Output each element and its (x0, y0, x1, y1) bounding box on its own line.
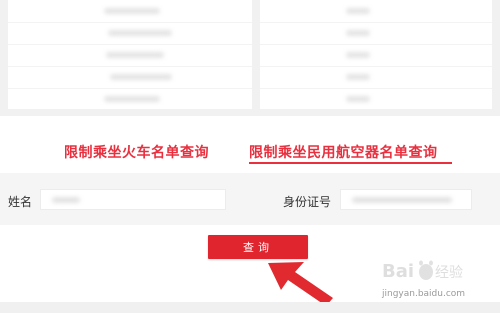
blurred-cell (104, 96, 160, 102)
blurred-cell (346, 8, 370, 14)
table-row-divider (8, 22, 252, 23)
svg-text:Bai: Bai (382, 261, 414, 282)
table-row-divider (8, 44, 252, 45)
blurred-cell (346, 52, 370, 58)
svg-text:经验: 经验 (435, 265, 463, 281)
table-row-divider (8, 88, 252, 89)
blurred-cell (110, 74, 172, 80)
blurred-cell (346, 30, 370, 36)
active-tab-underline (249, 162, 452, 164)
blurred-cell (104, 8, 160, 14)
table-row-divider (260, 66, 492, 67)
watermark-url: jingyan.baidu.com (382, 289, 466, 299)
arrow-shape (268, 262, 333, 306)
table-row-divider (260, 88, 492, 89)
id-number-label: 身份证号 (283, 195, 332, 209)
blurred-cell (108, 30, 172, 36)
query-button[interactable]: 查询 (208, 235, 308, 259)
tab-flight-restriction[interactable]: 限制乘坐民用航空器名单查询 (249, 142, 438, 162)
blurred-cell (106, 52, 164, 58)
blurred-name-value (52, 197, 80, 203)
page-footer-band (0, 302, 500, 313)
blurred-cell (346, 96, 370, 102)
name-label: 姓名 (8, 195, 33, 209)
table-row-divider (260, 22, 492, 23)
baidu-jingyan-watermark-logo: Bai 经验 (382, 260, 463, 282)
blurred-cell (346, 74, 370, 80)
tab-train-restriction[interactable]: 限制乘坐火车名单查询 (64, 142, 209, 162)
results-table-left (8, 0, 252, 109)
results-table-right (260, 0, 492, 109)
table-row-divider (260, 44, 492, 45)
table-row-divider (8, 66, 252, 67)
blurred-id-value (352, 197, 452, 203)
results-table-area (0, 0, 500, 116)
